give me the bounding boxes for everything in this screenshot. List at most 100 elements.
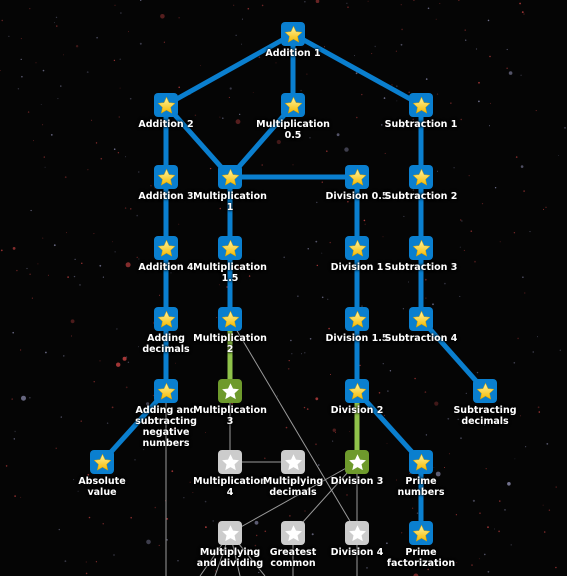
exercise-tile[interactable] (218, 521, 242, 545)
star-icon (157, 96, 176, 114)
exercise-label: Absolute value (62, 476, 142, 498)
exercise-tile[interactable] (218, 379, 242, 403)
exercise-label: Addition 2 (126, 119, 206, 130)
star-icon (221, 453, 239, 470)
exercise-tile[interactable] (473, 379, 497, 403)
exercise-label-line: Subtraction 3 (384, 262, 458, 273)
exercise-tile[interactable] (154, 236, 178, 260)
star-icon (476, 382, 495, 400)
exercise-label: Subtraction 3 (381, 262, 461, 273)
star-icon (412, 524, 431, 542)
exercise-tile[interactable] (345, 521, 369, 545)
exercise-label-line: Addition 1 (265, 48, 321, 59)
exercise-tile[interactable] (345, 165, 369, 189)
exercise-label: Division 2 (317, 405, 397, 416)
star-icon (221, 524, 239, 541)
star-icon (93, 453, 112, 471)
exercise-label: Multiplication 1 (190, 191, 270, 213)
exercise-tile[interactable] (409, 236, 433, 260)
star-icon (412, 96, 431, 114)
exercise-label-line: Multiplication (193, 405, 267, 416)
exercise-node-mul1[interactable]: Multiplication 1 (190, 165, 270, 213)
exercise-node-sub4[interactable]: Subtraction 4 (381, 307, 461, 344)
star-icon (221, 310, 240, 328)
star-icon (284, 453, 302, 470)
exercise-node-div2[interactable]: Division 2 (317, 379, 397, 416)
star-icon (221, 168, 240, 186)
exercise-tile[interactable] (154, 379, 178, 403)
star-icon (157, 310, 176, 328)
star-icon (221, 382, 239, 399)
exercise-tile[interactable] (345, 236, 369, 260)
star-icon (348, 382, 367, 400)
exercise-tile[interactable] (218, 450, 242, 474)
exercise-tile[interactable] (154, 165, 178, 189)
exercise-tile[interactable] (281, 22, 305, 46)
exercise-label-line: Multiplication (193, 333, 267, 344)
exercise-tile[interactable] (409, 93, 433, 117)
exercise-tile[interactable] (345, 307, 369, 331)
star-icon (157, 382, 176, 400)
star-icon (348, 310, 367, 328)
star-icon (412, 168, 431, 186)
exercise-label: Addition 1 (253, 48, 333, 59)
star-icon (157, 168, 176, 186)
exercise-label-line: decimals (269, 487, 317, 498)
exercise-label-line: Absolute (78, 476, 126, 487)
exercise-tile[interactable] (345, 450, 369, 474)
exercise-tile[interactable] (281, 521, 305, 545)
exercise-node-mul2[interactable]: Multiplication 2 (190, 307, 270, 355)
exercise-node-mul3[interactable]: Multiplication 3 (190, 379, 270, 427)
exercise-label-line: factorization (386, 558, 456, 569)
star-icon (412, 310, 431, 328)
exercise-node-primefact[interactable]: Prime factorization (381, 521, 461, 569)
exercise-label-line: Division 2 (330, 405, 384, 416)
exercise-node-mul15[interactable]: Multiplication 1.5 (190, 236, 270, 284)
exercise-tile[interactable] (409, 450, 433, 474)
star-icon (157, 239, 176, 257)
exercise-node-add1[interactable]: Addition 1 (253, 22, 333, 59)
exercise-tile[interactable] (90, 450, 114, 474)
exercise-node-sub2[interactable]: Subtraction 2 (381, 165, 461, 202)
exercise-node-sub1[interactable]: Subtraction 1 (381, 93, 461, 130)
star-icon (284, 25, 303, 43)
exercise-node-absval[interactable]: Absolute value (62, 450, 142, 498)
star-icon (412, 453, 431, 471)
exercise-tile[interactable] (218, 307, 242, 331)
exercise-tile[interactable] (218, 236, 242, 260)
exercise-tile[interactable] (154, 93, 178, 117)
exercise-node-subdec[interactable]: Subtracting decimals (445, 379, 525, 427)
exercise-tile[interactable] (154, 307, 178, 331)
exercise-label-line: Subtraction 2 (384, 191, 458, 202)
exercise-label-line: Subtracting (453, 405, 517, 416)
star-icon (348, 239, 367, 257)
exercise-label-line: Prime (405, 547, 437, 558)
exercise-label-line: Multiplication (193, 191, 267, 202)
star-icon (284, 524, 302, 541)
exercise-label-line: Addition 2 (138, 119, 194, 130)
exercise-label: Multiplication 0.5 (253, 119, 333, 141)
exercise-node-sub3[interactable]: Subtraction 3 (381, 236, 461, 273)
exercise-node-prime[interactable]: Prime numbers (381, 450, 461, 498)
exercise-tile[interactable] (409, 165, 433, 189)
exercise-label-line: 3 (226, 416, 234, 427)
exercise-label-line: numbers (397, 487, 445, 498)
exercise-label: Multiplication 2 (190, 333, 270, 355)
exercise-tile[interactable] (345, 379, 369, 403)
exercise-tile[interactable] (409, 307, 433, 331)
exercise-tile[interactable] (281, 93, 305, 117)
exercise-tile[interactable] (409, 521, 433, 545)
exercise-node-add2[interactable]: Addition 2 (126, 93, 206, 130)
exercise-tile[interactable] (218, 165, 242, 189)
star-icon (348, 168, 367, 186)
exercise-node-mul05[interactable]: Multiplication 0.5 (253, 93, 333, 141)
knowledge-map[interactable]: Addition 1 Addition 2 Multiplication 0.5 … (0, 0, 567, 576)
exercise-label: Multiplication 3 (190, 405, 270, 427)
exercise-label: Prime numbers (381, 476, 461, 498)
star-icon (284, 96, 303, 114)
exercise-label-line: Multiplication (193, 262, 267, 273)
exercise-label-line: Subtraction 1 (384, 119, 458, 130)
star-icon (412, 239, 431, 257)
exercise-label-line: 1.5 (221, 273, 239, 284)
exercise-tile[interactable] (281, 450, 305, 474)
